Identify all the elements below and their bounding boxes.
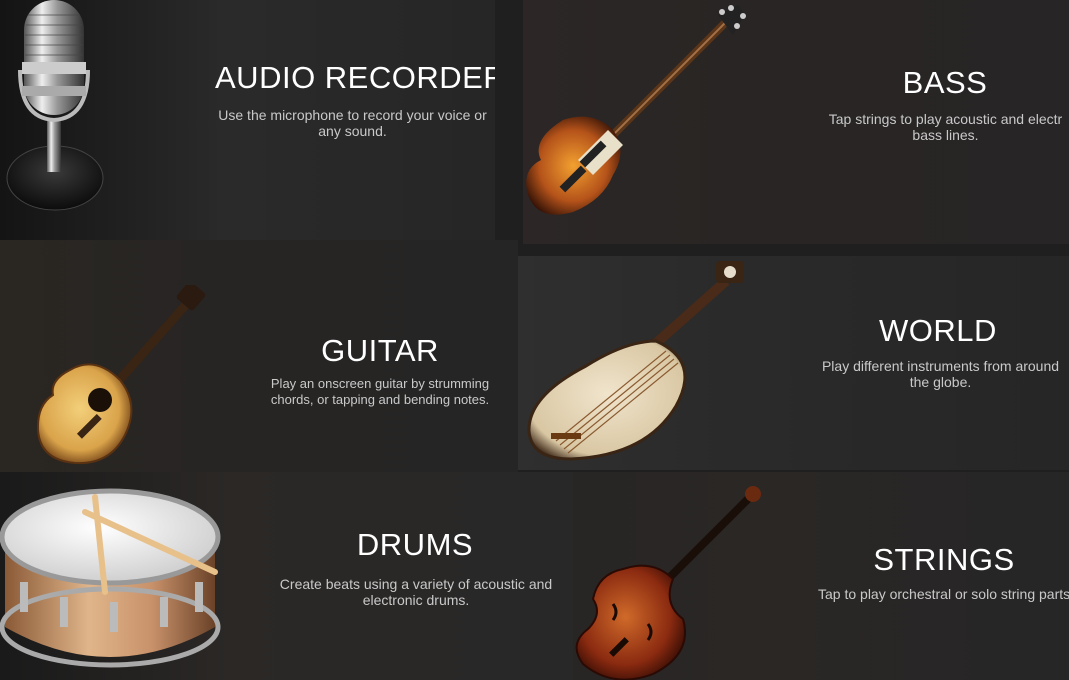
audio-recorder-tile[interactable]: AUDIO RECORDER Use the microphone to rec…: [0, 0, 495, 240]
desc-line: Create beats using a variety of acoustic…: [279, 576, 553, 592]
microphone-icon: [6, 0, 104, 211]
audio-recorder-title: AUDIO RECORDER: [215, 60, 495, 95]
bass-tile[interactable]: BASS Tap strings to play acoustic and el…: [523, 0, 1069, 244]
world-tile[interactable]: WORLD Play different instruments from ar…: [518, 256, 1069, 470]
audio-recorder-description: Use the microphone to record your voice …: [205, 107, 495, 139]
desc-line: Play an onscreen guitar by strumming: [270, 376, 490, 391]
desc-line: Play different instruments from around: [821, 358, 1060, 374]
desc-line: electronic drums.: [362, 592, 470, 608]
desc-line: bass lines.: [912, 127, 979, 143]
drums-title: DRUMS: [356, 527, 474, 562]
pipa-icon: [527, 261, 744, 461]
desc-line: Tap to play orchestral or solo string pa…: [818, 586, 1069, 602]
bass-description: Tap strings to play acoustic and electr …: [808, 111, 1069, 143]
snare-drum-icon: [0, 488, 221, 668]
guitar-description: Play an onscreen guitar by strumming cho…: [255, 376, 505, 408]
guitar-tile[interactable]: GUITAR Play an onscreen guitar by strumm…: [0, 240, 518, 472]
strings-description: Tap to play orchestral or solo string pa…: [818, 586, 1069, 602]
world-title: WORLD: [879, 313, 997, 348]
drums-description: Create beats using a variety of acoustic…: [262, 576, 570, 608]
guitar-title: GUITAR: [321, 333, 439, 368]
strings-title: STRINGS: [873, 542, 1015, 577]
world-description: Play different instruments from around t…: [808, 358, 1069, 390]
violin-icon: [575, 486, 761, 680]
desc-line: Tap strings to play acoustic and electr: [828, 111, 1063, 127]
acoustic-guitar-icon: [36, 285, 206, 465]
bass-guitar-icon: [526, 5, 746, 215]
drums-tile[interactable]: DRUMS Create beats using a variety of ac…: [0, 472, 573, 680]
desc-line: any sound.: [318, 123, 387, 139]
desc-line: the globe.: [909, 374, 972, 390]
desc-line: Use the microphone to record your voice …: [218, 107, 487, 123]
bass-title: BASS: [902, 65, 988, 100]
strings-tile[interactable]: STRINGS Tap to play orchestral or solo s…: [573, 472, 1069, 680]
desc-line: chords, or tapping and bending notes.: [270, 392, 490, 407]
